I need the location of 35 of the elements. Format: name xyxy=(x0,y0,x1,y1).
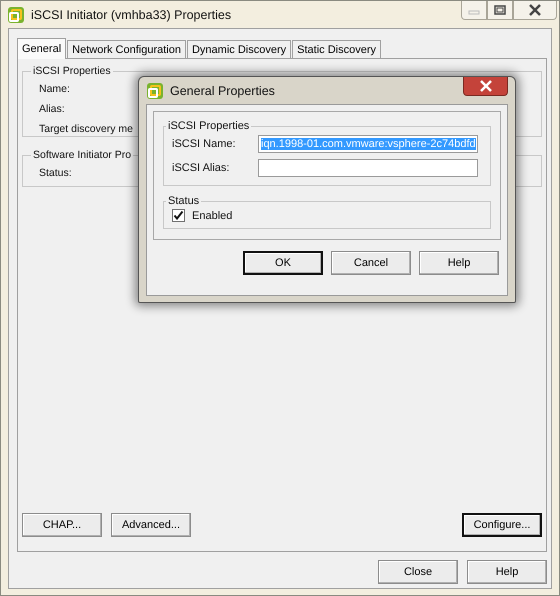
restore-icon xyxy=(494,5,506,15)
tab[interactable]: Static Discovery xyxy=(292,40,381,58)
field-label: Target discovery me xyxy=(39,122,133,137)
app-logo-icon xyxy=(7,6,25,24)
close-button[interactable] xyxy=(513,1,557,20)
button[interactable]: Help xyxy=(419,251,499,275)
field-label: iSCSI Name: xyxy=(172,138,237,150)
group-title: iSCSI Properties xyxy=(167,120,250,132)
maximize-button[interactable] xyxy=(487,1,513,20)
close-button[interactable] xyxy=(463,77,508,96)
window-title: iSCSI Initiator (vmhba33) Properties xyxy=(31,8,232,22)
tab[interactable]: Dynamic Discovery xyxy=(186,40,292,58)
tab[interactable]: Network Configuration xyxy=(67,40,186,58)
field-label: Alias: xyxy=(39,102,65,117)
group-title: Software Initiator Pro xyxy=(32,149,132,161)
field-label: iSCSI Alias: xyxy=(172,162,230,174)
button[interactable]: Close xyxy=(378,560,458,584)
close-icon xyxy=(528,4,542,16)
checkbox-label: Enabled xyxy=(192,210,232,222)
app-logo-icon xyxy=(146,82,164,100)
field-label: Name: xyxy=(39,82,70,97)
dialog-title: General Properties xyxy=(170,84,275,98)
button[interactable]: Cancel xyxy=(331,251,411,275)
group-title: Status xyxy=(167,195,200,207)
button[interactable]: CHAP... xyxy=(22,513,102,537)
button[interactable]: Advanced... xyxy=(111,513,191,537)
field-label: Status: xyxy=(39,166,72,181)
button[interactable]: Configure... xyxy=(462,513,542,537)
checkbox[interactable] xyxy=(172,209,185,222)
close-icon xyxy=(478,80,492,92)
group-title: iSCSI Properties xyxy=(32,65,112,77)
input-field[interactable] xyxy=(258,159,478,177)
button[interactable]: Help xyxy=(467,560,547,584)
tab[interactable]: General xyxy=(17,38,66,59)
button[interactable]: OK xyxy=(243,251,323,275)
